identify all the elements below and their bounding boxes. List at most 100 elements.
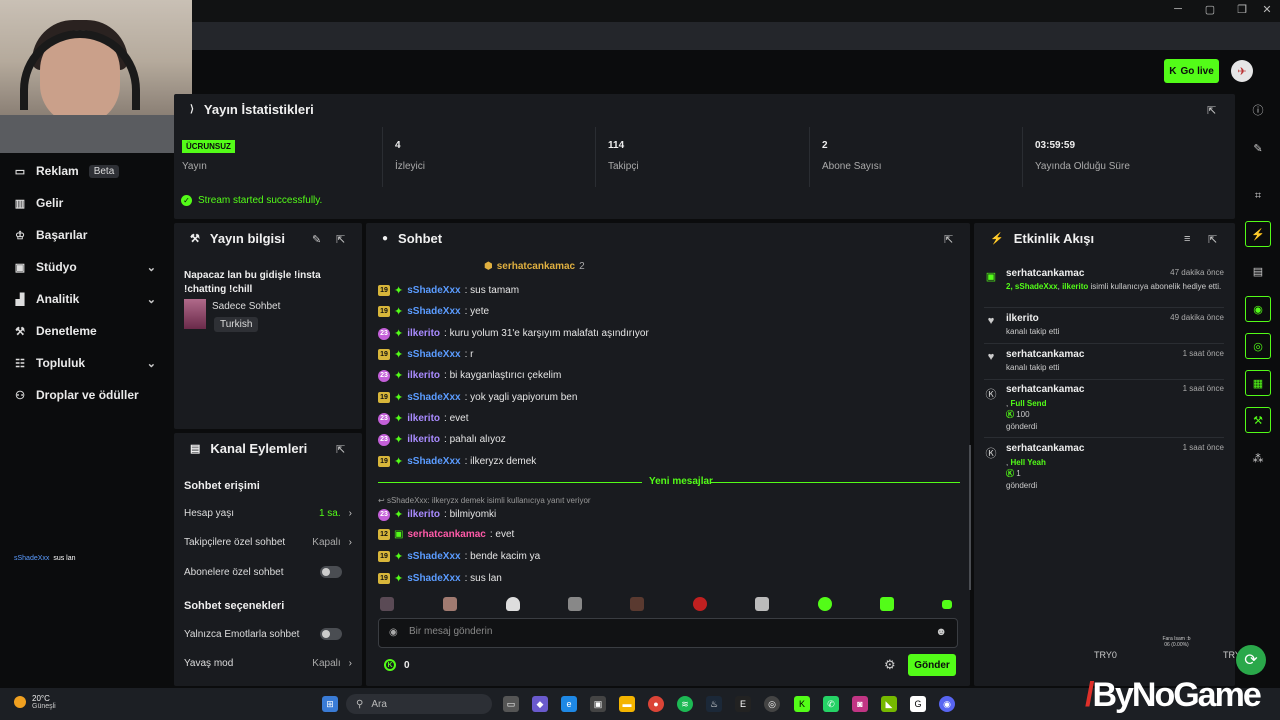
stat-label: Yayın (182, 161, 207, 172)
free-tag: ÜCRUNSUZ (182, 140, 235, 153)
chat-username[interactable]: sShadeXxx (407, 349, 460, 360)
refresh-icon[interactable]: ⟳ (1236, 645, 1266, 675)
sidebar-item-analitik[interactable]: ▟ Analitik ⌄ (14, 289, 156, 309)
windows-start-icon[interactable]: ⊞ (322, 696, 338, 712)
obs-icon[interactable]: ◎ (764, 696, 780, 712)
chat-icon[interactable]: ◉ (1245, 296, 1271, 322)
kick-icon[interactable]: K (794, 696, 810, 712)
emote-icon[interactable] (880, 597, 894, 611)
subs-only-toggle[interactable] (320, 566, 342, 578)
task-view-icon[interactable]: ▭ (503, 696, 519, 712)
chat-username[interactable]: sShadeXxx (407, 306, 460, 317)
chat-username[interactable]: serhatcankamac (407, 529, 485, 540)
instagram-icon[interactable]: ◙ (852, 696, 868, 712)
chat-scrollbar[interactable] (969, 445, 971, 590)
activity-user[interactable]: ilkerito (1006, 313, 1039, 324)
close-icon[interactable]: ✕ (1257, 3, 1277, 16)
chat-username[interactable]: sShadeXxx (407, 285, 460, 296)
go-live-button[interactable]: K Go live (1164, 59, 1219, 83)
send-button[interactable]: Gönder (908, 654, 956, 676)
wrench-icon[interactable]: ⚒ (1245, 407, 1271, 433)
slow-mode-row[interactable]: Yavaş mod Kapalı › (184, 658, 352, 669)
epic-games-icon[interactable]: E (735, 696, 751, 712)
emote-icon[interactable] (693, 597, 707, 611)
app-icon[interactable]: ◆ (532, 696, 548, 712)
minimize-icon[interactable]: ─ (1168, 3, 1188, 15)
clipboard-icon[interactable]: ▤ (1245, 258, 1271, 284)
info-icon[interactable]: ⓘ (1245, 97, 1271, 123)
followers-only-row[interactable]: Takipçilere özel sohbet Kapalı › (184, 537, 352, 548)
chrome-icon[interactable]: ● (648, 696, 664, 712)
g-app-icon[interactable]: G (910, 696, 926, 712)
emote-only-toggle[interactable] (320, 628, 342, 640)
sidebar-item-studyo[interactable]: ▣ Stüdyo ⌄ (14, 257, 156, 277)
pinned-message[interactable]: ⬢ serhatcankamac 2 (484, 261, 585, 272)
taskbar-search[interactable]: ⚲ Ara (346, 694, 492, 714)
app-icon[interactable]: ◉ (939, 696, 955, 712)
sub-badge: 23 (378, 369, 390, 382)
activity-user[interactable]: serhatcankamac (1006, 268, 1084, 279)
activity-user[interactable]: serhatcankamac (1006, 443, 1084, 454)
nvidia-icon[interactable]: ◣ (881, 696, 897, 712)
sidebar-item-droplar[interactable]: ⚇ Droplar ve ödüller (14, 385, 156, 405)
sidebar-item-gelir[interactable]: ▥ Gelir (14, 193, 156, 213)
sidebar-item-topluluk[interactable]: ☷ Topluluk ⌄ (14, 353, 156, 373)
channel-points[interactable]: K 0 (384, 659, 410, 671)
emote-icon[interactable] (818, 597, 832, 611)
spotify-icon[interactable]: ≋ (677, 696, 693, 712)
chat-username[interactable]: sShadeXxx (407, 551, 460, 562)
emote-icon[interactable] (380, 597, 394, 611)
broadcast-icon[interactable]: ◎ (1245, 333, 1271, 359)
emote-picker-left-icon[interactable]: ◉ (389, 627, 398, 638)
chat-username[interactable]: sShadeXxx (407, 392, 460, 403)
edge-icon[interactable]: e (561, 696, 577, 712)
emote-icon[interactable] (630, 597, 644, 611)
screenshot-icon[interactable]: ⌗ (1245, 183, 1271, 209)
sub-badge: 23 (378, 508, 390, 521)
spark-badge-icon: ✦ (394, 413, 404, 425)
lightning-icon[interactable]: ⚡ (1245, 221, 1271, 247)
sidebar-item-basarilar[interactable]: ♔ Başarılar (14, 225, 156, 245)
steam-icon[interactable]: ♨ (706, 696, 722, 712)
folder-icon[interactable]: ▬ (619, 696, 635, 712)
gear-icon[interactable]: ⚙ (884, 657, 896, 673)
store-icon[interactable]: ▣ (590, 696, 606, 712)
panel-title: Yayın bilgisi (209, 231, 286, 246)
edit-icon[interactable]: ✎ (312, 233, 321, 246)
weather-widget[interactable]: 20°C Güneşli (14, 694, 56, 710)
chat-username[interactable]: ilkerito (407, 509, 440, 520)
popout-icon[interactable]: ⇱ (336, 233, 345, 246)
spark-badge-icon: ✦ (394, 285, 404, 297)
account-age-row[interactable]: Hesap yaşı 1 sa. › (184, 508, 352, 519)
emote-icon[interactable] (755, 597, 769, 611)
emoji-icon[interactable]: ☻ (935, 626, 947, 638)
edit-icon[interactable]: ✎ (1245, 135, 1271, 161)
popout-icon[interactable]: ⇱ (336, 443, 345, 456)
popout-icon[interactable]: ⇱ (944, 233, 953, 246)
sidebar-item-reklam[interactable]: ▭ Reklam Beta (14, 161, 156, 181)
activity-user[interactable]: serhatcankamac (1006, 349, 1084, 360)
chat-input[interactable] (409, 626, 909, 637)
maximize-icon[interactable]: ▢ (1200, 3, 1220, 16)
emote-icon[interactable] (443, 597, 457, 611)
emote-icon[interactable] (942, 600, 952, 609)
emote-icon[interactable] (506, 597, 520, 611)
avatar[interactable]: ✈ (1231, 60, 1253, 82)
chat-username[interactable]: sShadeXxx (407, 456, 460, 467)
chat-username[interactable]: ilkerito (407, 413, 440, 424)
share-icon[interactable]: ⁂ (1245, 445, 1271, 471)
actions-icon[interactable]: ▦ (1245, 370, 1271, 396)
emote-icon[interactable] (568, 597, 582, 611)
activity-amount: Ⓚ 100 (1006, 410, 1030, 419)
chat-username[interactable]: ilkerito (407, 370, 440, 381)
chat-username[interactable]: ilkerito (407, 434, 440, 445)
popout-icon[interactable]: ⇱ (1207, 104, 1216, 117)
activity-user[interactable]: serhatcankamac (1006, 384, 1084, 395)
chat-username[interactable]: sShadeXxx (407, 573, 460, 584)
sidebar-item-denetleme[interactable]: ⚒ Denetleme (14, 321, 156, 341)
whatsapp-icon[interactable]: ✆ (823, 696, 839, 712)
filter-icon[interactable]: ≡ (1184, 233, 1190, 245)
popout-icon[interactable]: ⇱ (1208, 233, 1217, 246)
restore-icon[interactable]: ❐ (1232, 3, 1252, 16)
chat-username[interactable]: ilkerito (407, 328, 440, 339)
